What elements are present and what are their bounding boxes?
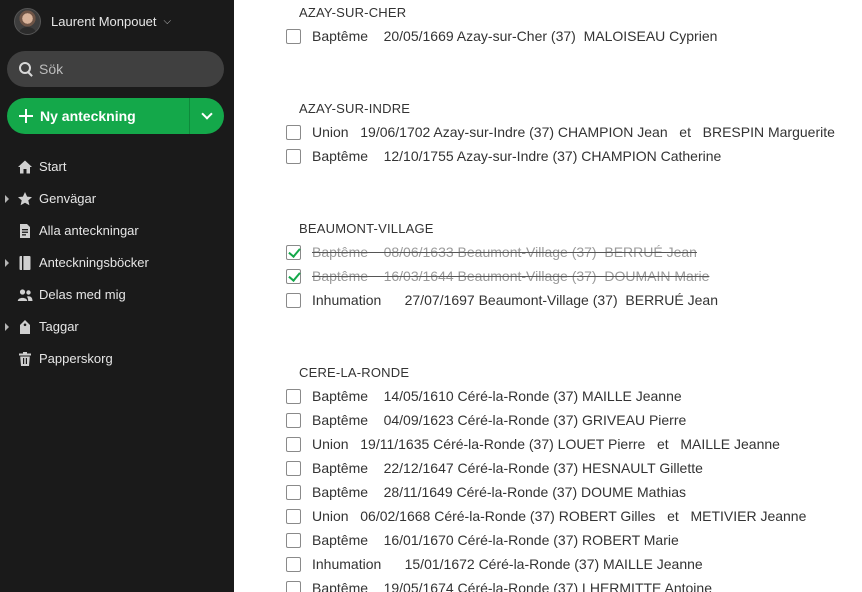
sidebar-item-anteckningsbocker[interactable]: Anteckningsböcker xyxy=(0,247,234,279)
list-item-text: Baptême 14/05/1610 Céré-la-Ronde (37) MA… xyxy=(312,388,682,404)
notebook-icon xyxy=(17,255,33,271)
list-item-text: Inhumation 27/07/1697 Beaumont-Village (… xyxy=(312,292,718,308)
list-item-text: Baptême 08/06/1633 Beaumont-Village (37)… xyxy=(312,244,697,260)
list-item: Baptême 16/01/1670 Céré-la-Ronde (37) RO… xyxy=(286,529,679,551)
list-item-text: Union 19/06/1702 Azay-sur-Indre (37) CHA… xyxy=(312,124,835,140)
sidebar-item-start[interactable]: Start xyxy=(0,151,234,183)
note-editor[interactable]: AZAY-SUR-CHER Baptême 20/05/1669 Azay-su… xyxy=(234,0,862,592)
list-item: Baptême 04/09/1623 Céré-la-Ronde (37) GR… xyxy=(286,409,686,431)
plus-icon xyxy=(19,109,33,123)
expand-arrow-icon[interactable] xyxy=(5,259,9,267)
chevron-down-icon: ⌵ xyxy=(163,15,172,27)
list-item-text: Inhumation 15/01/1672 Céré-la-Ronde (37)… xyxy=(312,556,703,572)
list-item: Inhumation 15/01/1672 Céré-la-Ronde (37)… xyxy=(286,553,703,575)
list-item: Baptême 19/05/1674 Céré-la-Ronde (37) LH… xyxy=(286,577,712,592)
checkbox[interactable] xyxy=(286,28,301,44)
notes-icon xyxy=(17,223,33,239)
account-switcher[interactable]: Laurent Monpouet ⌵ xyxy=(14,7,171,35)
new-note-split-button: Ny anteckning xyxy=(7,98,224,134)
checkbox[interactable] xyxy=(286,556,301,572)
list-item: Union 06/02/1668 Céré-la-Ronde (37) ROBE… xyxy=(286,505,806,527)
list-item-text: Baptême 22/12/1647 Céré-la-Ronde (37) HE… xyxy=(312,460,703,476)
checkbox[interactable] xyxy=(286,484,301,500)
list-item: Baptême 08/06/1633 Beaumont-Village (37)… xyxy=(286,241,697,263)
list-item-text: Baptême 12/10/1755 Azay-sur-Indre (37) C… xyxy=(312,148,722,164)
list-item-text: Baptême 28/11/1649 Céré-la-Ronde (37) DO… xyxy=(312,484,687,500)
checkbox[interactable] xyxy=(286,388,301,404)
sidebar-item-label: Start xyxy=(39,159,67,174)
checkbox[interactable] xyxy=(286,124,301,140)
sidebar-item-label: Genvägar xyxy=(39,191,97,206)
sidebar-item-label: Taggar xyxy=(39,319,79,334)
checkbox[interactable] xyxy=(286,508,301,524)
list-item: Baptême 12/10/1755 Azay-sur-Indre (37) C… xyxy=(286,145,721,167)
list-item: Baptême 16/03/1644 Beaumont-Village (37)… xyxy=(286,265,709,287)
list-item-text: Baptême 16/03/1644 Beaumont-Village (37)… xyxy=(312,268,710,284)
list-item: Baptême 20/05/1669 Azay-sur-Cher (37) MA… xyxy=(286,25,717,47)
sidebar-item-alla-anteckningar[interactable]: Alla anteckningar xyxy=(0,215,234,247)
list-item: Inhumation 27/07/1697 Beaumont-Village (… xyxy=(286,289,718,311)
user-name: Laurent Monpouet xyxy=(51,13,157,29)
search-icon xyxy=(18,61,34,77)
list-item: Baptême 22/12/1647 Céré-la-Ronde (37) HE… xyxy=(286,457,703,479)
sidebar-item-genvagar[interactable]: Genvägar xyxy=(0,183,234,215)
expand-arrow-icon[interactable] xyxy=(5,323,9,331)
sidebar-item-delas-med-mig[interactable]: Delas med mig xyxy=(0,279,234,311)
chevron-down-icon xyxy=(201,108,213,120)
sidebar-item-taggar[interactable]: Taggar xyxy=(0,311,234,343)
home-icon xyxy=(17,159,33,175)
list-item-text: Union 19/11/1635 Céré-la-Ronde (37) LOUE… xyxy=(312,436,780,452)
search-input[interactable]: Sök xyxy=(7,51,224,87)
checkbox[interactable] xyxy=(286,292,301,308)
trash-icon xyxy=(17,351,33,367)
checkbox[interactable] xyxy=(286,436,301,452)
checkbox[interactable] xyxy=(286,148,301,164)
checkbox-checked[interactable] xyxy=(286,244,301,260)
sidebar-item-label: Papperskorg xyxy=(39,351,113,366)
sidebar-item-papperskorg[interactable]: Papperskorg xyxy=(0,343,234,375)
sidebar-nav: Start Genvägar Alla anteckningar Anteckn… xyxy=(0,151,234,375)
new-note-button[interactable]: Ny anteckning xyxy=(7,98,189,134)
list-item: Union 19/06/1702 Azay-sur-Indre (37) CHA… xyxy=(286,121,835,143)
expand-arrow-icon[interactable] xyxy=(5,195,9,203)
list-item: Baptême 28/11/1649 Céré-la-Ronde (37) DO… xyxy=(286,481,686,503)
shared-users-icon xyxy=(17,287,33,303)
section-heading: AZAY-SUR-INDRE xyxy=(299,101,411,116)
checkbox[interactable] xyxy=(286,412,301,428)
new-note-label: Ny anteckning xyxy=(40,108,136,124)
list-item-text: Baptême 20/05/1669 Azay-sur-Cher (37) MA… xyxy=(312,28,718,44)
tag-icon xyxy=(17,319,33,335)
sidebar-item-label: Alla anteckningar xyxy=(39,223,139,238)
sidebar: Laurent Monpouet ⌵ Sök Ny anteckning Sta… xyxy=(0,0,234,592)
search-placeholder: Sök xyxy=(39,61,64,77)
checkbox[interactable] xyxy=(286,580,301,592)
list-item-text: Baptême 16/01/1670 Céré-la-Ronde (37) RO… xyxy=(312,532,679,548)
star-icon xyxy=(17,191,33,207)
sidebar-item-label: Delas med mig xyxy=(39,287,126,302)
list-item: Baptême 14/05/1610 Céré-la-Ronde (37) MA… xyxy=(286,385,682,407)
checkbox-checked[interactable] xyxy=(286,268,301,284)
section-heading: CERE-LA-RONDE xyxy=(299,365,410,380)
avatar xyxy=(14,7,41,35)
list-item-text: Baptême 04/09/1623 Céré-la-Ronde (37) GR… xyxy=(312,412,687,428)
checkbox[interactable] xyxy=(286,532,301,548)
list-item-text: Union 06/02/1668 Céré-la-Ronde (37) ROBE… xyxy=(312,508,807,524)
list-item: Union 19/11/1635 Céré-la-Ronde (37) LOUE… xyxy=(286,433,780,455)
new-note-options-button[interactable] xyxy=(190,98,224,134)
list-item-text: Baptême 19/05/1674 Céré-la-Ronde (37) LH… xyxy=(312,580,712,592)
section-heading: AZAY-SUR-CHER xyxy=(299,5,407,20)
checkbox[interactable] xyxy=(286,460,301,476)
section-heading: BEAUMONT-VILLAGE xyxy=(299,221,434,236)
sidebar-item-label: Anteckningsböcker xyxy=(39,255,149,270)
